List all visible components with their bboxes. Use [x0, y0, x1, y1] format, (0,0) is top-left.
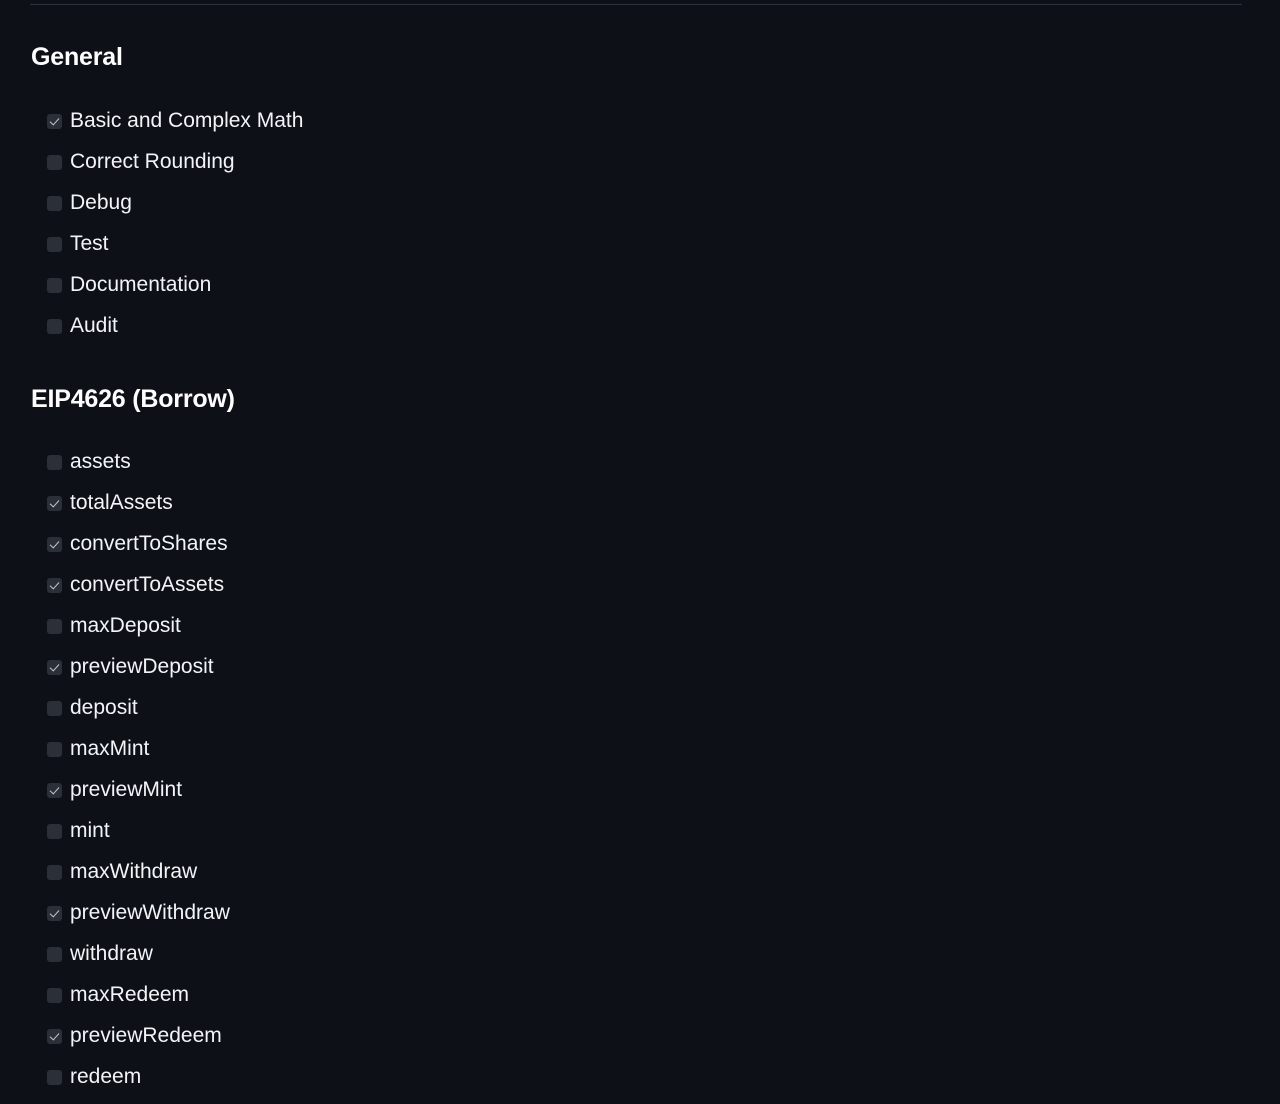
checkbox-checked-icon[interactable] [47, 783, 62, 798]
checkbox-label: convertToShares [70, 531, 228, 555]
checkbox-checked-icon[interactable] [47, 1029, 62, 1044]
checkbox-unchecked-icon[interactable] [47, 278, 62, 293]
checkbox-checked-icon[interactable] [47, 906, 62, 921]
checkbox-unchecked-icon[interactable] [47, 455, 62, 470]
checkbox-row[interactable]: deposit [31, 687, 1280, 728]
checkbox-label: deposit [70, 695, 138, 719]
checkbox-row[interactable]: maxDeposit [31, 605, 1280, 646]
checkbox-row[interactable]: Documentation [31, 264, 1280, 305]
section-general-heading: General [31, 43, 123, 71]
checkbox-row[interactable]: Audit [31, 305, 1280, 346]
checkbox-label: Basic and Complex Math [70, 108, 304, 132]
checkbox-row[interactable]: redeem [31, 1056, 1280, 1097]
top-divider [30, 4, 1242, 5]
checkbox-row[interactable]: Debug [31, 182, 1280, 223]
checkbox-unchecked-icon[interactable] [47, 237, 62, 252]
checkbox-label: previewRedeem [70, 1023, 222, 1047]
checkbox-label: previewDeposit [70, 654, 214, 678]
checkbox-row[interactable]: maxMint [31, 728, 1280, 769]
checkbox-row[interactable]: previewWithdraw [31, 892, 1280, 933]
checkbox-row[interactable]: Test [31, 223, 1280, 264]
checkbox-row[interactable]: mint [31, 810, 1280, 851]
checklist-page: General Basic and Complex Math Correct Ro… [0, 0, 1280, 1104]
checkbox-unchecked-icon[interactable] [47, 619, 62, 634]
checkbox-row[interactable]: previewRedeem [31, 1015, 1280, 1056]
checkbox-unchecked-icon[interactable] [47, 1070, 62, 1085]
checkbox-label: previewWithdraw [70, 900, 230, 924]
checkbox-checked-icon[interactable] [47, 660, 62, 675]
checkbox-unchecked-icon[interactable] [47, 196, 62, 211]
checkbox-label: Debug [70, 190, 132, 214]
section-eip4626-heading: EIP4626 (Borrow) [31, 385, 235, 413]
checkbox-label: assets [70, 449, 131, 473]
checkbox-label: maxDeposit [70, 613, 181, 637]
checkbox-row[interactable]: maxRedeem [31, 974, 1280, 1015]
checkbox-label: mint [70, 818, 110, 842]
checkbox-checked-icon[interactable] [47, 578, 62, 593]
checkbox-checked-icon[interactable] [47, 114, 62, 129]
checkbox-row[interactable]: convertToAssets [31, 564, 1280, 605]
checkbox-label: Audit [70, 313, 118, 337]
checkbox-row[interactable]: withdraw [31, 933, 1280, 974]
checkbox-checked-icon[interactable] [47, 496, 62, 511]
checkbox-label: Test [70, 231, 109, 255]
checkbox-label: totalAssets [70, 490, 173, 514]
checkbox-label: Documentation [70, 272, 212, 296]
checkbox-unchecked-icon[interactable] [47, 824, 62, 839]
checkbox-unchecked-icon[interactable] [47, 319, 62, 334]
checkbox-label: redeem [70, 1064, 142, 1088]
section-general-option-list: Basic and Complex Math Correct Rounding De… [31, 100, 1280, 346]
checkbox-unchecked-icon[interactable] [47, 988, 62, 1003]
checklist-content: General Basic and Complex Math Correct Ro… [0, 0, 1280, 1097]
checkbox-unchecked-icon[interactable] [47, 155, 62, 170]
checkbox-row[interactable]: previewDeposit [31, 646, 1280, 687]
section-eip4626-option-list: assets totalAssets convertToShares convertT… [31, 441, 1280, 1097]
checkbox-row[interactable]: convertToShares [31, 523, 1280, 564]
checkbox-label: Correct Rounding [70, 149, 235, 173]
checkbox-row[interactable]: maxWithdraw [31, 851, 1280, 892]
checkbox-row[interactable]: Basic and Complex Math [31, 100, 1280, 141]
checkbox-label: convertToAssets [70, 572, 225, 596]
checkbox-unchecked-icon[interactable] [47, 947, 62, 962]
checkbox-row[interactable]: previewMint [31, 769, 1280, 810]
checkbox-row[interactable]: totalAssets [31, 482, 1280, 523]
checkbox-row[interactable]: assets [31, 441, 1280, 482]
section-eip4626: EIP4626 (Borrow) assets totalAssets conver… [31, 346, 1280, 1097]
checkbox-label: maxMint [70, 736, 150, 760]
checkbox-row[interactable]: Correct Rounding [31, 141, 1280, 182]
checkbox-unchecked-icon[interactable] [47, 865, 62, 880]
checkbox-label: maxRedeem [70, 982, 190, 1006]
checkbox-unchecked-icon[interactable] [47, 742, 62, 757]
checkbox-label: withdraw [70, 941, 153, 965]
checkbox-label: previewMint [70, 777, 183, 801]
checkbox-checked-icon[interactable] [47, 537, 62, 552]
checkbox-label: maxWithdraw [70, 859, 198, 883]
checkbox-unchecked-icon[interactable] [47, 701, 62, 716]
section-general: General Basic and Complex Math Correct Ro… [31, 0, 1280, 346]
